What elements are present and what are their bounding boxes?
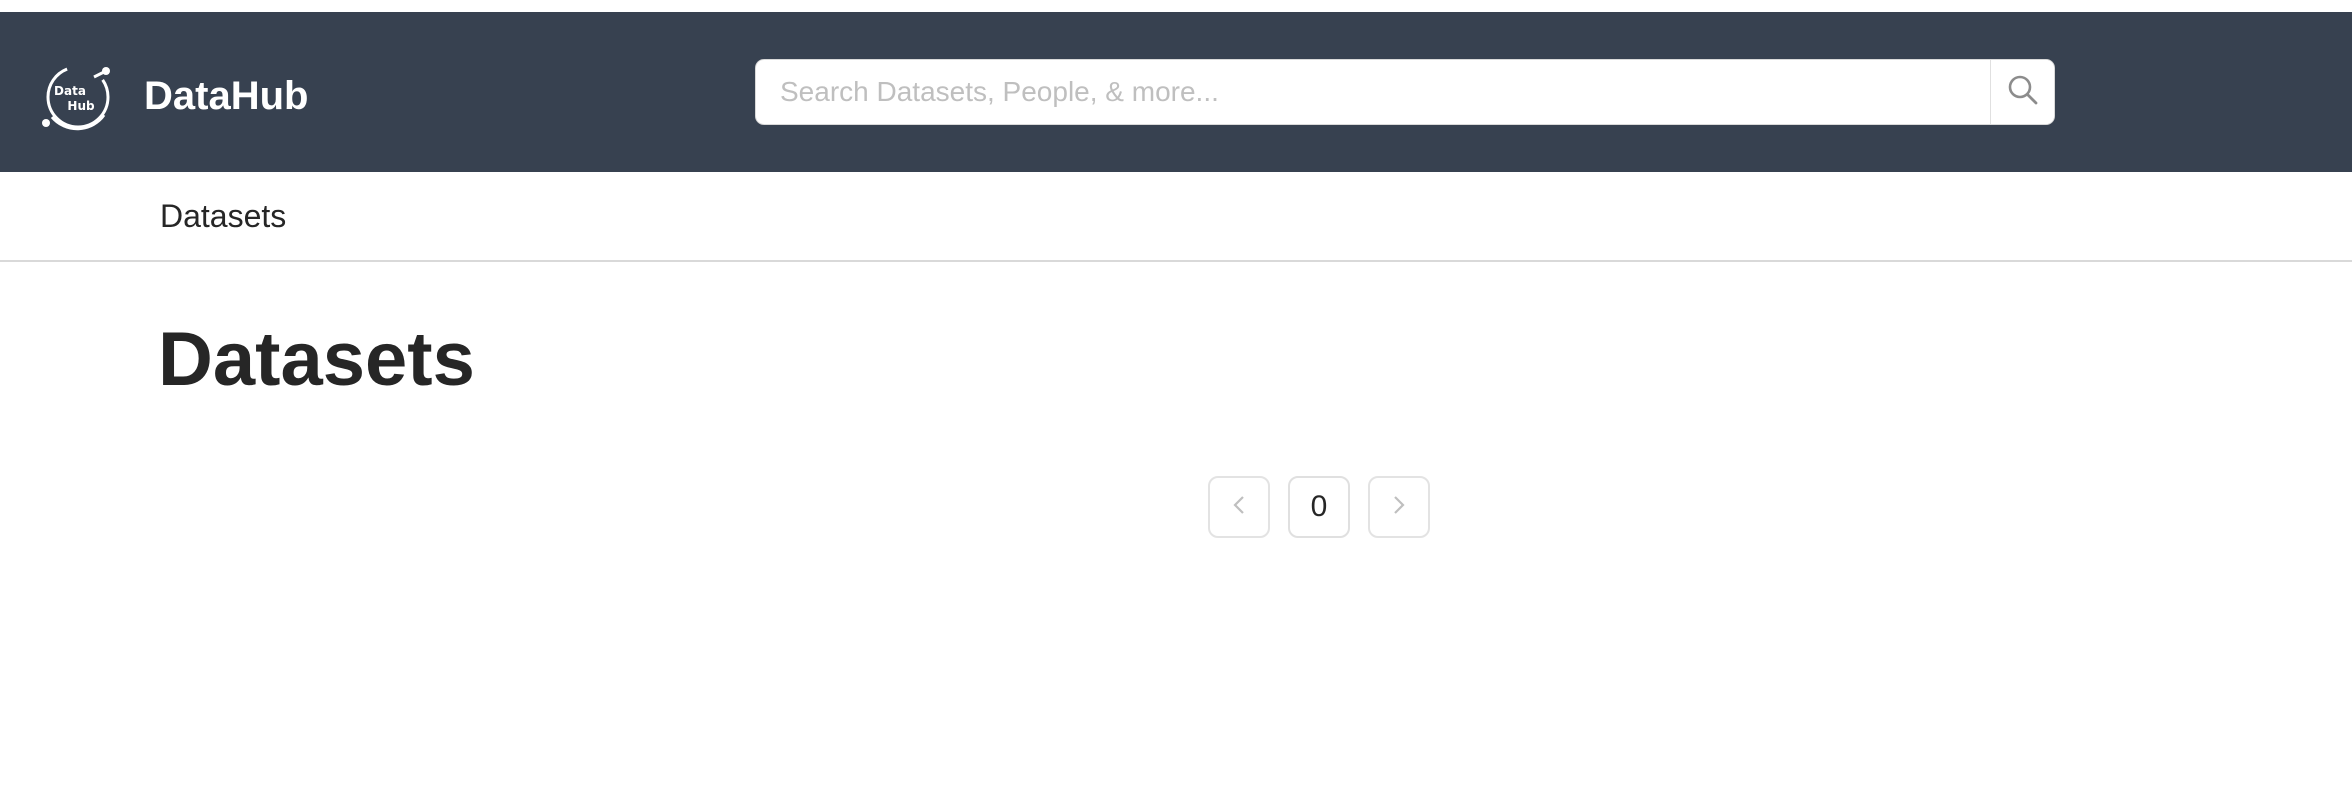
app-header: Data Hub DataHub [0,12,2352,172]
chevron-right-icon [1389,493,1409,522]
logo-text-hub: Hub [67,99,95,113]
brand-name[interactable]: DataHub [144,66,308,126]
chevron-left-icon [1229,493,1249,522]
pagination-prev-button[interactable] [1208,476,1270,538]
pagination-next-button[interactable] [1368,476,1430,538]
datahub-logo-icon[interactable]: Data Hub [38,57,118,137]
search-bar [756,60,2054,124]
page-title: Datasets [158,317,475,402]
search-icon [2007,74,2039,111]
breadcrumb-nav: Datasets [0,172,2352,262]
search-button[interactable] [1990,60,2054,124]
logo-text-data: Data [54,84,86,98]
search-input[interactable] [756,60,1989,124]
pagination-page-current[interactable]: 0 [1288,476,1350,538]
breadcrumb-datasets[interactable]: Datasets [160,194,286,238]
